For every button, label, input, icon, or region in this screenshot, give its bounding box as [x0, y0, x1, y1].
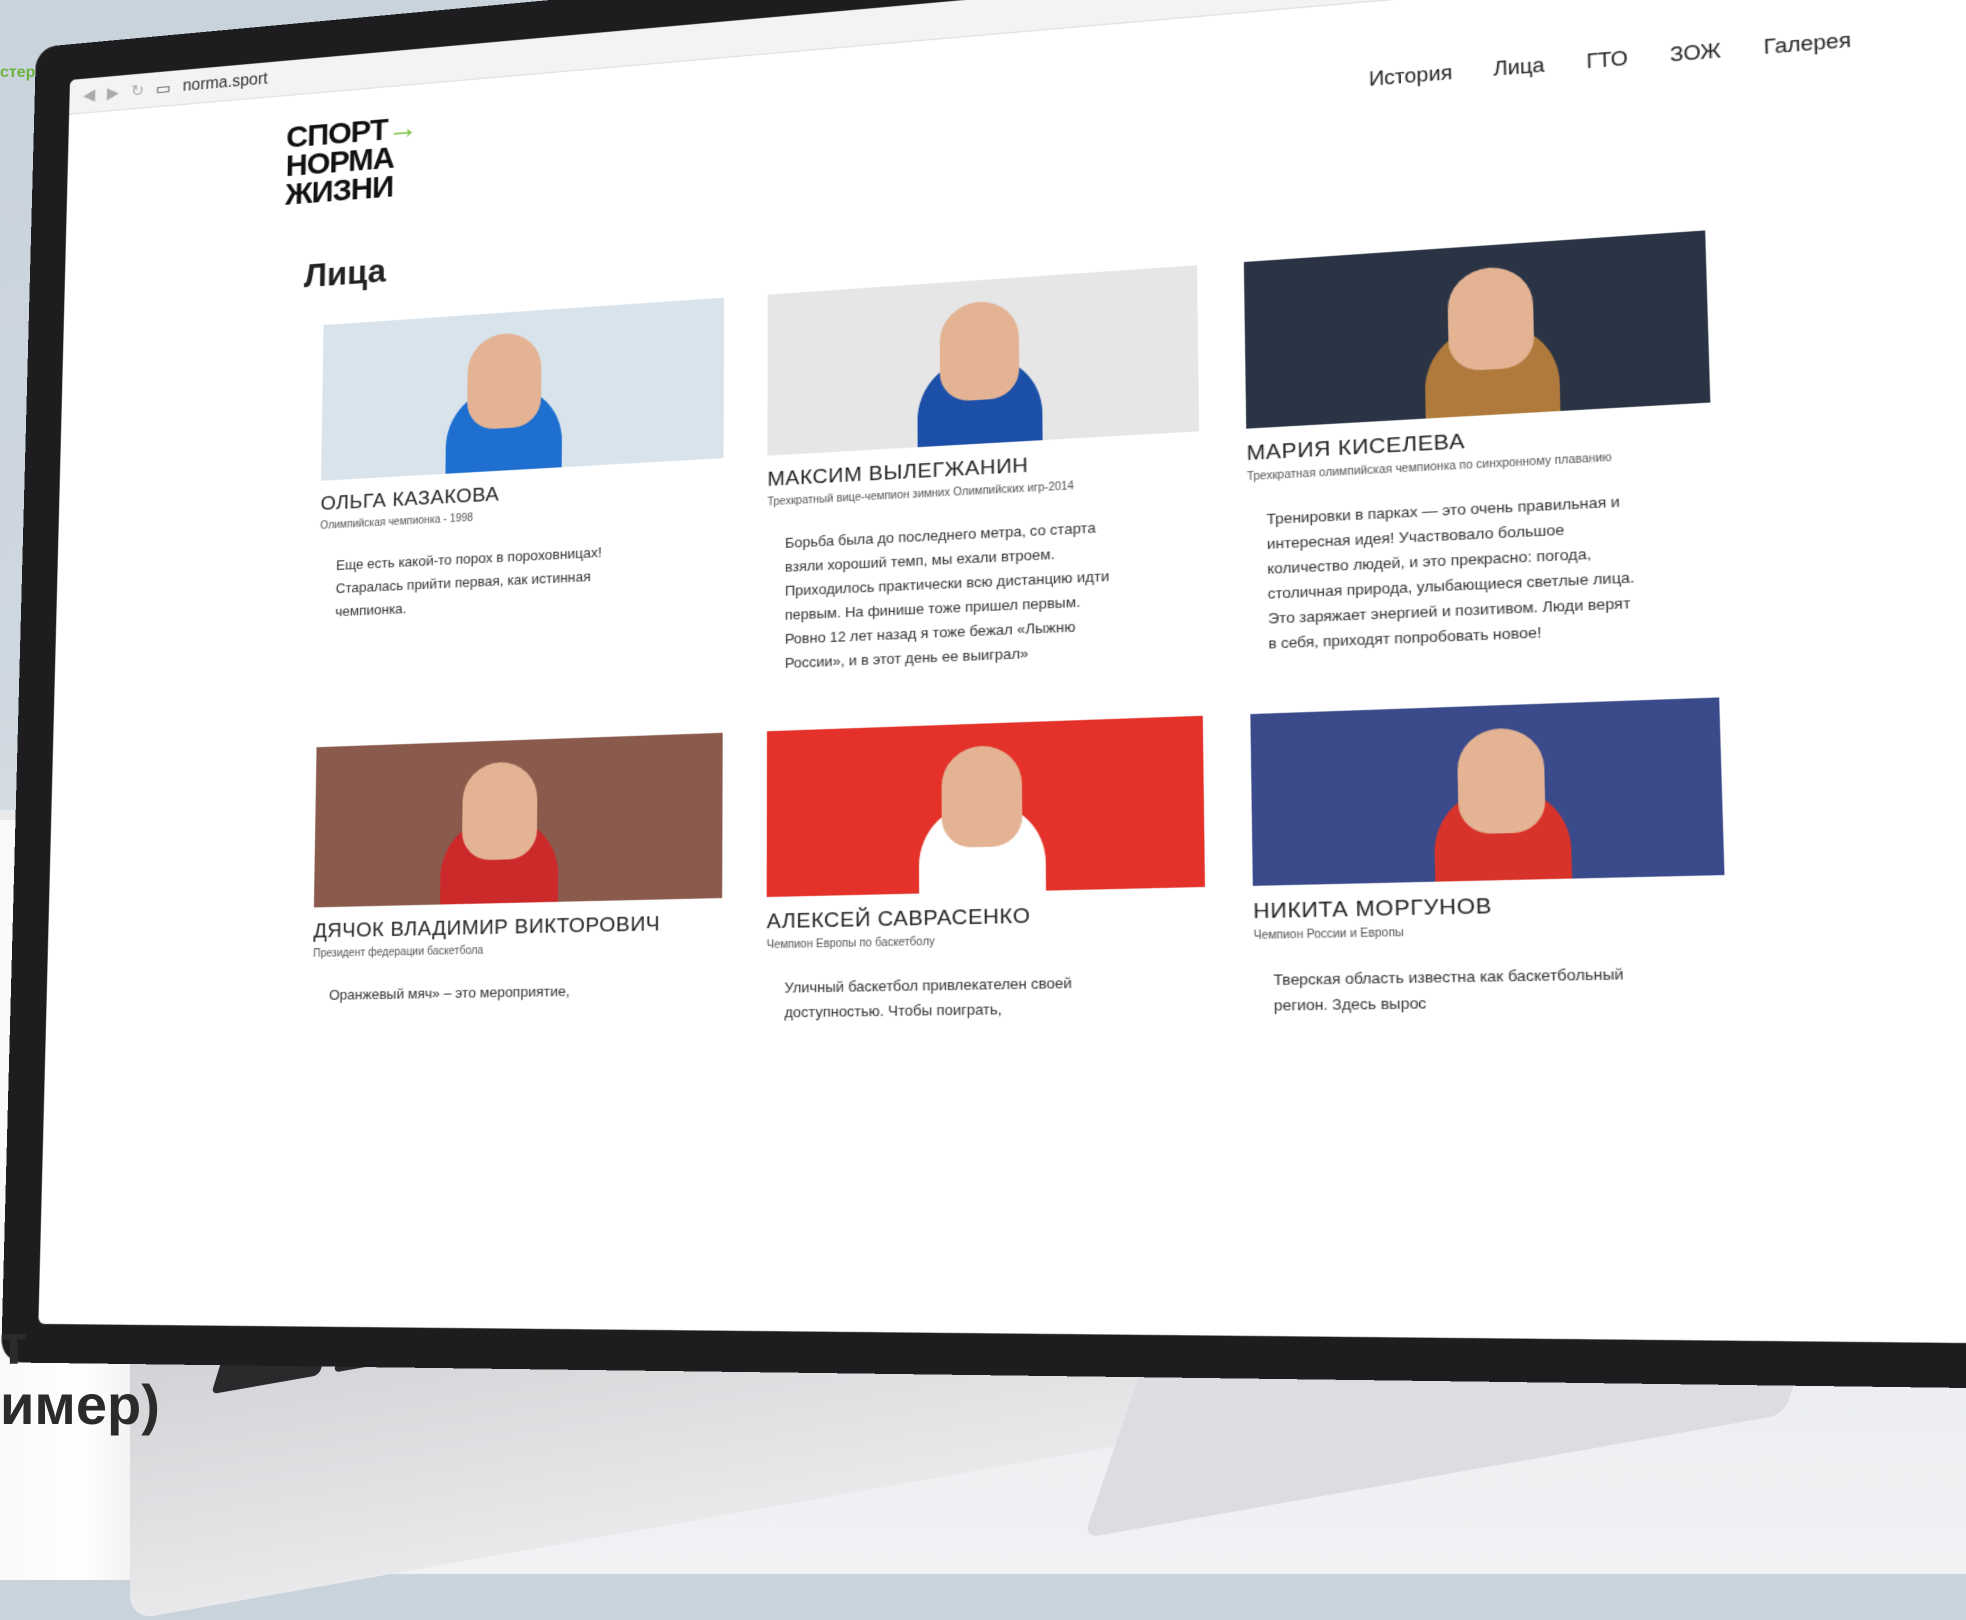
back-arrow-icon[interactable]: ◀: [83, 85, 96, 106]
address-bar[interactable]: norma.sport: [182, 70, 267, 96]
person-face: [461, 760, 538, 861]
caption-line: имер): [0, 1373, 160, 1436]
site-logo[interactable]: СПОРТ→ НОРМА ЖИЗНИ: [285, 110, 418, 212]
nav-item-gto[interactable]: ГТО: [1586, 47, 1628, 74]
person-face: [1456, 726, 1546, 835]
person-name[interactable]: НИКИТА МОРГУНОВ: [1253, 889, 1726, 925]
person-photo[interactable]: [767, 265, 1200, 456]
person-name[interactable]: ДЯЧОК ВЛАДИМИР ВИКТОРОВИЧ: [313, 911, 722, 944]
person-face: [941, 744, 1023, 849]
person-quote: Борьба была до последнего метра, со стар…: [784, 519, 1110, 672]
main-nav: История Лица ГТО ЗОЖ Галерея: [1369, 29, 1852, 92]
person-name[interactable]: АЛЕКСЕЙ САВРАСЕНКО: [767, 901, 1206, 935]
person-face: [1446, 264, 1535, 372]
person-role: Чемпион России и Европы: [1253, 926, 1405, 943]
slide-caption: т имер): [0, 1315, 160, 1435]
person-photo[interactable]: [1250, 697, 1725, 886]
forward-arrow-icon[interactable]: ▶: [107, 83, 120, 104]
nav-item-gallery[interactable]: Галерея: [1763, 29, 1851, 60]
person-card[interactable]: АЛЕКСЕЙ САВРАСЕНКО Чемпион Европы по бас…: [766, 715, 1206, 1026]
person-photo[interactable]: [320, 297, 725, 481]
person-quote: Оранжевый мяч» – это мероприятие,: [329, 982, 570, 1004]
laptop-screen: ◀ ▶ ↻ ▭ norma.sport ☆ СПОРТ→ НОРМА ЖИЗНИ…: [38, 0, 1966, 1344]
person-card[interactable]: ДЯЧОК ВЛАДИМИР ВИКТОРОВИЧ Президент феде…: [312, 732, 723, 1032]
person-role: Президент федерации баскетбола: [313, 944, 484, 961]
person-quote: Тренировки в парках — это очень правильн…: [1266, 492, 1635, 652]
keyboard-key: [211, 1337, 332, 1395]
faces-grid: ОЛЬГА КАЗАКОВА Олимпийская чемпионка - 1…: [46, 174, 1966, 1034]
person-card[interactable]: МАКСИМ ВЫЛЕГЖАНИН Трехкратный вице-чемпи…: [767, 265, 1202, 676]
person-face: [939, 299, 1020, 403]
person-photo[interactable]: [766, 715, 1205, 898]
person-card[interactable]: МАРИЯ КИСЕЛЕВА Трехкратная олимпийская ч…: [1243, 230, 1718, 657]
page-icon: ▭: [155, 79, 171, 99]
person-quote: Уличный баскетбол привлекателен своей до…: [784, 974, 1072, 1021]
person-photo[interactable]: [1243, 230, 1711, 429]
nav-item-faces[interactable]: Лица: [1493, 54, 1545, 82]
reload-icon[interactable]: ↻: [131, 80, 145, 101]
person-card[interactable]: НИКИТА МОРГУНОВ Чемпион России и Европы …: [1250, 697, 1728, 1018]
caption-line: т: [0, 1313, 28, 1376]
person-card[interactable]: ОЛЬГА КАЗАКОВА Олимпийская чемпионка - 1…: [317, 297, 725, 695]
person-face: [466, 331, 542, 431]
person-quote: Еще есть какой-то порох в пороховницах! …: [335, 544, 602, 620]
person-quote: Тверская область известна как баскетболь…: [1273, 965, 1624, 1015]
person-role: Чемпион Европы по баскетболу: [766, 936, 935, 952]
nav-item-history[interactable]: История: [1369, 61, 1453, 91]
person-photo[interactable]: [313, 732, 723, 908]
nav-item-zozh[interactable]: ЗОЖ: [1670, 39, 1722, 67]
